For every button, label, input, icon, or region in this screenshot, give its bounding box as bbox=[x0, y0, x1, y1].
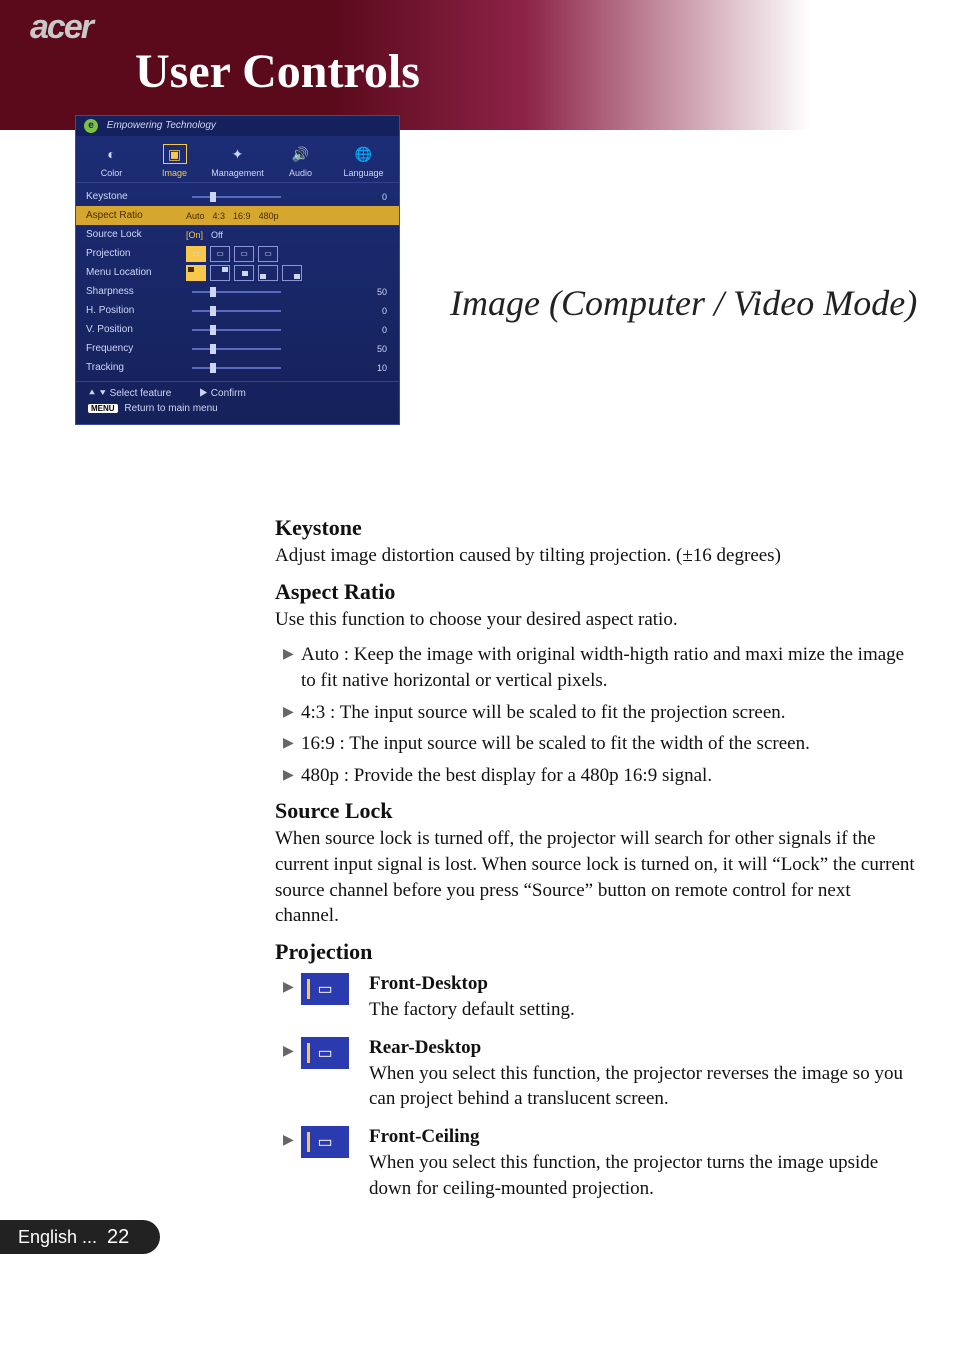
proj-rear-ceiling-icon: ▭ bbox=[258, 246, 278, 262]
osd-row-tracking: Tracking 10 bbox=[76, 358, 399, 377]
bullet-auto: ▶Auto : Keep the image with original wid… bbox=[283, 642, 915, 693]
osd-tab-audio: 🔊Audio bbox=[269, 144, 332, 178]
bullet-169: ▶16:9 : The input source will be scaled … bbox=[283, 731, 915, 757]
proj-front-ceiling-icon: ▭ bbox=[234, 246, 254, 262]
proj-item-front-ceiling: ▶ ▭ Front-Ceiling When you select this f… bbox=[283, 1126, 915, 1201]
osd-footer: ⯅ ⯆ Select feature ▶ Confirm MENU Return… bbox=[76, 381, 399, 424]
body-content: Keystone Adjust image distortion caused … bbox=[275, 505, 915, 1215]
osd-tab-row: ◐Color ▣Image ✦Management 🔊Audio 🌐Langua… bbox=[76, 136, 399, 183]
osd-tab-image: ▣Image bbox=[143, 144, 206, 178]
osd-screenshot: e Empowering Technology ◐Color ▣Image ✦M… bbox=[75, 115, 400, 425]
triangle-bullet-icon: ▶ bbox=[283, 642, 301, 665]
menuloc-bl-icon bbox=[258, 265, 278, 281]
footer-language: English ... bbox=[18, 1227, 97, 1248]
triangle-bullet-icon: ▶ bbox=[283, 700, 301, 723]
rear-desktop-icon: ▭ bbox=[301, 1037, 349, 1069]
slider-icon bbox=[192, 329, 281, 331]
front-desktop-icon: ▭ bbox=[301, 973, 349, 1005]
front-ceiling-icon: ▭ bbox=[301, 1126, 349, 1158]
header-banner: acer User Controls bbox=[0, 0, 954, 130]
text-keystone: Adjust image distortion caused by tiltin… bbox=[275, 543, 915, 569]
page-title: User Controls bbox=[135, 44, 420, 99]
triangle-bullet-icon: ▶ bbox=[283, 763, 301, 786]
osd-row-vpos: V. Position 0 bbox=[76, 320, 399, 339]
heading-projection: Projection bbox=[275, 939, 915, 965]
speaker-icon: 🔊 bbox=[289, 144, 313, 164]
osd-row-menuloc: Menu Location bbox=[76, 263, 399, 282]
updown-arrow-icon: ⯅ ⯆ bbox=[88, 388, 107, 399]
osd-row-keystone: Keystone 0 bbox=[76, 187, 399, 206]
slider-icon bbox=[192, 291, 281, 293]
brand-logo: acer bbox=[30, 8, 92, 47]
osd-tagline: Empowering Technology bbox=[107, 120, 216, 131]
osd-row-sharpness: Sharpness 50 bbox=[76, 282, 399, 301]
footer-page-number: 22 bbox=[107, 1226, 129, 1249]
osd-row-projection: Projection ▭ ▭ ▭ ▭ bbox=[76, 244, 399, 263]
menuloc-tl-icon bbox=[186, 265, 206, 281]
bullet-43: ▶4:3 : The input source will be scaled t… bbox=[283, 700, 915, 726]
right-arrow-icon: ▶ bbox=[199, 388, 208, 399]
osd-row-hpos: H. Position 0 bbox=[76, 301, 399, 320]
text-sourcelock: When source lock is turned off, the proj… bbox=[275, 826, 915, 929]
osd-row-freq: Frequency 50 bbox=[76, 339, 399, 358]
bullet-480p: ▶480p : Provide the best display for a 4… bbox=[283, 763, 915, 789]
menuloc-br-icon bbox=[282, 265, 302, 281]
globe-icon: 🌐 bbox=[352, 144, 376, 164]
image-icon: ▣ bbox=[163, 144, 187, 164]
e-logo-icon: e bbox=[84, 119, 98, 133]
triangle-bullet-icon: ▶ bbox=[283, 1126, 301, 1149]
triangle-bullet-icon: ▶ bbox=[283, 1037, 301, 1060]
proj-item-rear-desktop: ▶ ▭ Rear-Desktop When you select this fu… bbox=[283, 1037, 915, 1112]
menu-badge: MENU bbox=[88, 404, 118, 413]
slider-icon bbox=[192, 310, 281, 312]
triangle-bullet-icon: ▶ bbox=[283, 731, 301, 754]
osd-tab-management: ✦Management bbox=[206, 144, 269, 178]
proj-rear-desktop-icon: ▭ bbox=[210, 246, 230, 262]
osd-row-aspect: Aspect Ratio Auto 4:3 16:9 480p bbox=[76, 206, 399, 225]
text-aspect: Use this function to choose your desired… bbox=[275, 607, 915, 633]
section-heading: Image (Computer / Video Mode) bbox=[450, 280, 930, 327]
slider-icon bbox=[192, 196, 281, 198]
palette-icon: ◐ bbox=[100, 144, 124, 164]
osd-row-sourcelock: Source Lock [On]Off bbox=[76, 225, 399, 244]
proj-item-front-desktop: ▶ ▭ Front-Desktop The factory default se… bbox=[283, 973, 915, 1023]
heading-sourcelock: Source Lock bbox=[275, 798, 915, 824]
gear-icon: ✦ bbox=[226, 144, 250, 164]
osd-tab-language: 🌐Language bbox=[332, 144, 395, 178]
slider-icon bbox=[192, 367, 281, 369]
osd-tab-color: ◐Color bbox=[80, 144, 143, 178]
slider-icon bbox=[192, 348, 281, 350]
menuloc-tr-icon bbox=[210, 265, 230, 281]
heading-keystone: Keystone bbox=[275, 515, 915, 541]
page-number-badge: English ... 22 bbox=[0, 1220, 160, 1254]
triangle-bullet-icon: ▶ bbox=[283, 973, 301, 996]
proj-front-desktop-icon: ▭ bbox=[186, 246, 206, 262]
heading-aspect: Aspect Ratio bbox=[275, 579, 915, 605]
osd-rows: Keystone 0 Aspect Ratio Auto 4:3 16:9 48… bbox=[76, 183, 399, 381]
menuloc-c-icon bbox=[234, 265, 254, 281]
osd-tagline-bar: e Empowering Technology bbox=[76, 116, 399, 136]
